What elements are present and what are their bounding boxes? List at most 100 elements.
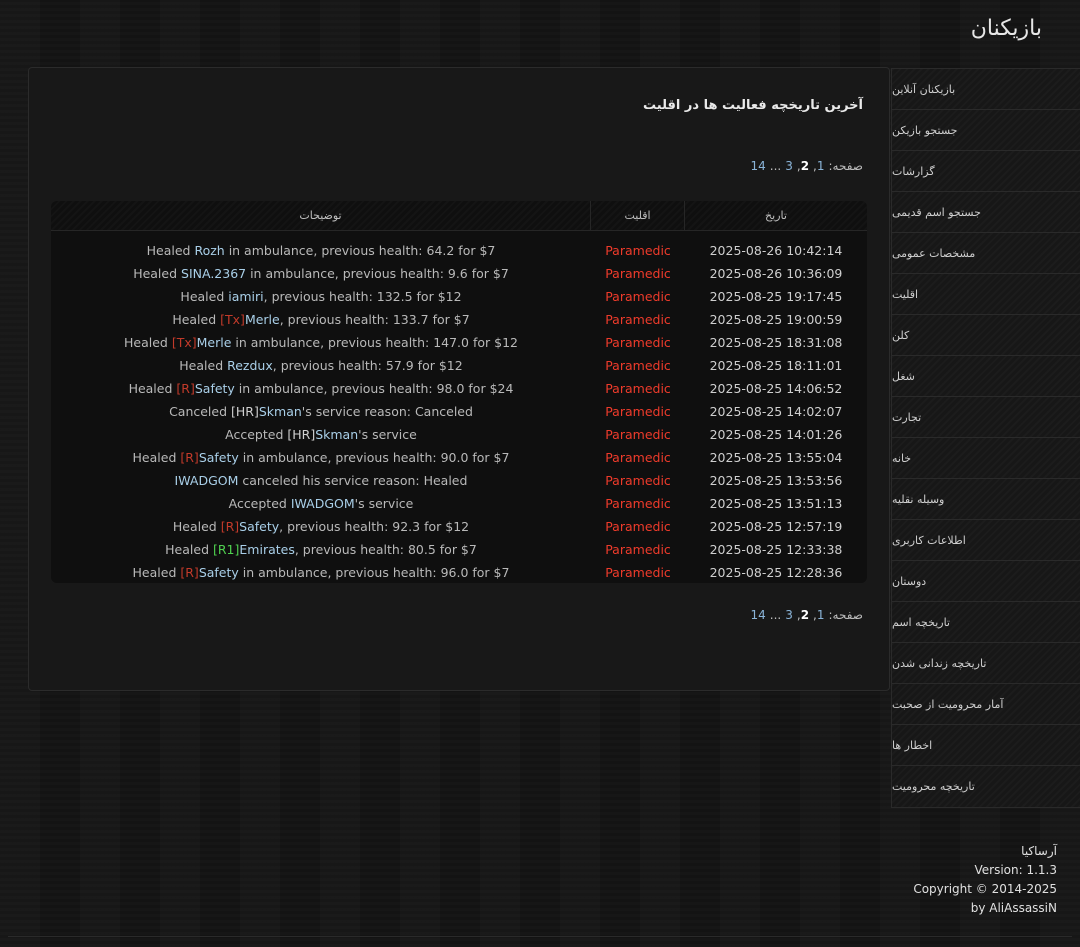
row-description: Healed [Tx]Merle in ambulance, previous … [51, 335, 591, 350]
table-body: Healed Rozh in ambulance, previous healt… [51, 231, 867, 583]
page-link-1[interactable]: 1 [817, 608, 825, 622]
sidebar-item-5[interactable]: اقلیت [892, 274, 1080, 315]
player-name-link[interactable]: Emirates [239, 542, 294, 557]
row-description: Healed [R1]Emirates, previous health: 80… [51, 542, 591, 557]
player-name-link[interactable]: iamiri [228, 289, 263, 304]
row-description: Accepted IWADGOM's service [51, 496, 591, 511]
player-tag: [HR] [231, 404, 259, 419]
sidebar-item-15[interactable]: آمار محرومیت از صحبت [892, 684, 1080, 725]
sidebar-item-8[interactable]: تجارت [892, 397, 1080, 438]
table-header: توضیحات اقلیت تاریخ [51, 201, 867, 231]
table-row: Healed [R]Safety in ambulance, previous … [51, 377, 867, 400]
table-row: Healed Rezdux, previous health: 57.9 for… [51, 354, 867, 377]
row-faction: Paramedic [605, 473, 671, 488]
sidebar-item-0[interactable]: بازیکنان آنلاین [892, 69, 1080, 110]
row-description: IWADGOM canceled his service reason: Hea… [51, 473, 591, 488]
sidebar-item-7[interactable]: شغل [892, 356, 1080, 397]
page-link-1[interactable]: 1 [817, 159, 825, 173]
description-text: Healed [133, 266, 182, 281]
description-text: in ambulance, previous health: 98.0 for … [234, 381, 514, 396]
pagination-ellipsis: ... [769, 159, 782, 173]
player-tag: [R] [180, 450, 199, 465]
sidebar-item-12[interactable]: دوستان [892, 561, 1080, 602]
row-description: Accepted [HR]Skman's service [51, 427, 591, 442]
sidebar-menu: بازیکنان آنلاین جستجو بازیکن گزارشات جستجو … [891, 68, 1080, 808]
sidebar-item-1[interactable]: جستجو بازیکن [892, 110, 1080, 151]
page-link-3[interactable]: 3 [785, 159, 793, 173]
player-name-link[interactable]: Skman [259, 404, 302, 419]
description-text: Healed [132, 565, 181, 580]
description-text: in ambulance, previous health: 96.0 for … [238, 565, 510, 580]
row-faction: Paramedic [605, 404, 671, 419]
row-faction: Paramedic [605, 427, 671, 442]
row-faction: Paramedic [605, 519, 671, 534]
sidebar-item-10[interactable]: وسیله نقلیه [892, 479, 1080, 520]
player-name-link[interactable]: Skman [315, 427, 358, 442]
description-text: , previous health: 80.5 for $7 [294, 542, 477, 557]
description-text: Healed [128, 381, 177, 396]
page-current-2: 2 [800, 159, 810, 173]
row-description: Healed Rezdux, previous health: 57.9 for… [51, 358, 591, 373]
player-name-link[interactable]: IWADGOM [291, 496, 355, 511]
description-text: in ambulance, previous health: 90.0 for … [238, 450, 510, 465]
player-name-link[interactable]: Safety [199, 450, 239, 465]
pagination-ellipsis: ... [769, 608, 782, 622]
activity-table: توضیحات اقلیت تاریخ Healed Rozh in ambul… [51, 201, 867, 583]
sidebar-item-13[interactable]: تاریخچه اسم [892, 602, 1080, 643]
player-tag: [R] [176, 381, 195, 396]
player-name-link[interactable]: Rozh [194, 243, 224, 258]
description-text: , previous health: 133.7 for $7 [279, 312, 470, 327]
description-text: Healed [180, 289, 229, 304]
player-name-link[interactable]: Merle [197, 335, 232, 350]
sidebar-item-3[interactable]: جستجو اسم قدیمی [892, 192, 1080, 233]
row-faction: Paramedic [605, 450, 671, 465]
sidebar-item-11[interactable]: اطلاعات کاربری [892, 520, 1080, 561]
page-title: بازیکنان [970, 16, 1042, 41]
table-row: Healed SINA.2367 in ambulance, previous … [51, 262, 867, 285]
player-name-link[interactable]: Safety [199, 565, 239, 580]
table-row: Healed [R]Safety in ambulance, previous … [51, 446, 867, 469]
row-faction: Paramedic [605, 266, 671, 281]
row-date: 2025-08-25 18:11:01 [709, 358, 843, 373]
sidebar-item-14[interactable]: تاریخچه زندانی شدن [892, 643, 1080, 684]
footer: آرساکیا Version: 1.1.3 Copyright © 2014-… [913, 842, 1057, 918]
row-date: 2025-08-25 19:00:59 [709, 312, 843, 327]
player-tag: [R] [180, 565, 199, 580]
sidebar-item-6[interactable]: کلن [892, 315, 1080, 356]
description-text: Healed [165, 542, 213, 557]
row-faction: Paramedic [605, 358, 671, 373]
sidebar-item-9[interactable]: خانه [892, 438, 1080, 479]
page-link-last[interactable]: 14 [750, 608, 765, 622]
row-faction: Paramedic [605, 243, 671, 258]
player-tag: [HR] [287, 427, 316, 442]
sidebar-item-16[interactable]: اخطار ها [892, 725, 1080, 766]
table-row: Healed [Tx]Merle, previous health: 133.7… [51, 308, 867, 331]
row-date: 2025-08-25 12:33:38 [709, 542, 843, 557]
sidebar-item-17[interactable]: تاریخچه محرومیت [892, 766, 1080, 807]
description-text: 's service [354, 496, 414, 511]
player-name-link[interactable]: IWADGOM [175, 473, 239, 488]
description-text: Healed [179, 358, 228, 373]
row-description: Healed iamiri, previous health: 132.5 fo… [51, 289, 591, 304]
player-name-link[interactable]: SINA.2367 [181, 266, 246, 281]
page-link-3[interactable]: 3 [785, 608, 793, 622]
table-row: Healed [R]Safety in ambulance, previous … [51, 561, 867, 583]
row-faction: Paramedic [605, 496, 671, 511]
player-name-link[interactable]: Merle [245, 312, 280, 327]
sidebar-item-2[interactable]: گزارشات [892, 151, 1080, 192]
table-row: Accepted IWADGOM's service Paramedic 2025-… [51, 492, 867, 515]
player-name-link[interactable]: Safety [195, 381, 235, 396]
player-name-link[interactable]: Safety [239, 519, 279, 534]
description-text: Healed [172, 519, 221, 534]
description-text: , previous health: 92.3 for $12 [279, 519, 470, 534]
description-text: 's service reason: Canceled [301, 404, 473, 419]
description-text: Accepted [228, 496, 291, 511]
sidebar-item-4[interactable]: مشخصات عمومی [892, 233, 1080, 274]
page-link-last[interactable]: 14 [750, 159, 765, 173]
header-description: توضیحات [51, 201, 591, 230]
page-current-2: 2 [800, 608, 810, 622]
row-description: Healed Rozh in ambulance, previous healt… [51, 243, 591, 258]
player-name-link[interactable]: Rezdux [227, 358, 273, 373]
description-text: Healed [146, 243, 195, 258]
description-text: Healed [172, 312, 221, 327]
